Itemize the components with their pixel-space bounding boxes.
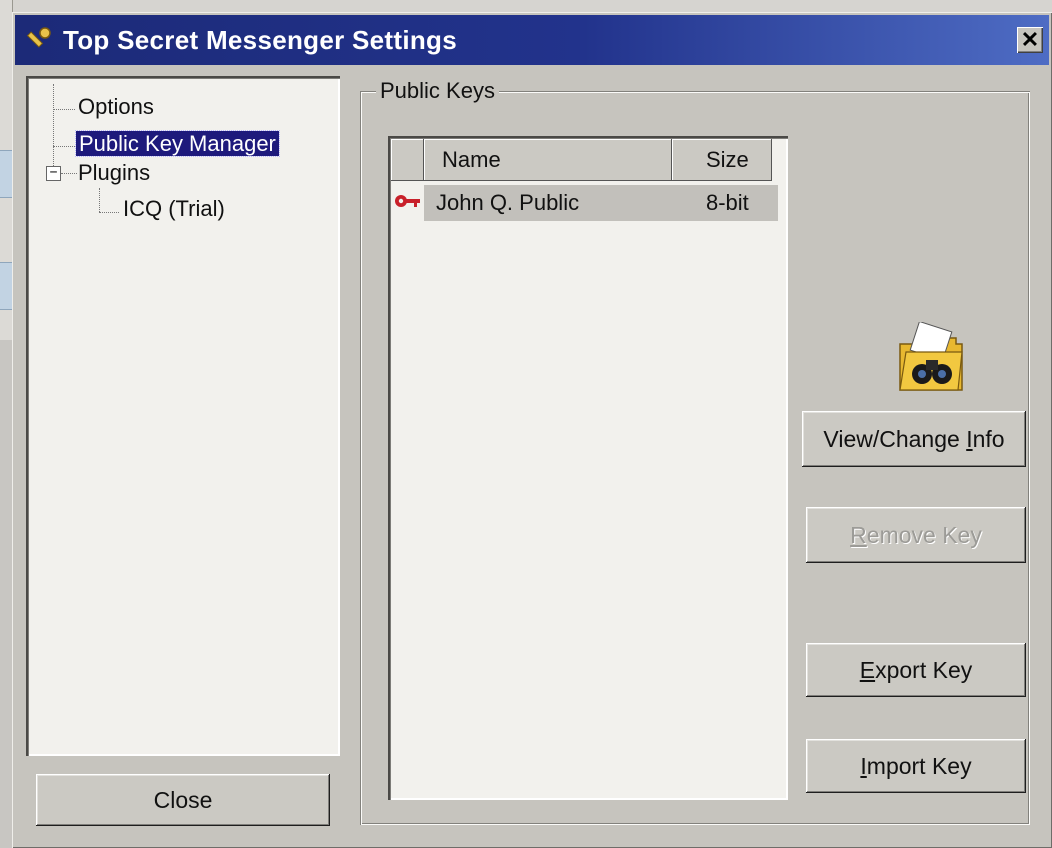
button-label-part: emove Key bbox=[866, 522, 982, 548]
column-header-icon[interactable] bbox=[391, 139, 424, 181]
tree-connector bbox=[53, 146, 75, 147]
title-bar[interactable]: Top Secret Messenger Settings ✕ bbox=[15, 15, 1049, 65]
column-header-name[interactable]: Name bbox=[424, 139, 672, 181]
tree-item-options[interactable]: Options bbox=[78, 94, 154, 120]
tree-connector bbox=[61, 173, 77, 174]
background-app-fragment bbox=[0, 150, 12, 198]
button-label-part: View/Change bbox=[823, 426, 967, 452]
window-title: Top Secret Messenger Settings bbox=[63, 25, 457, 55]
tree-item-label: Options bbox=[78, 94, 154, 119]
tree-item-icq-trial[interactable]: ICQ (Trial) bbox=[123, 196, 225, 222]
accelerator-key: R bbox=[850, 522, 867, 548]
import-key-button[interactable]: Import Key bbox=[806, 739, 1026, 793]
tree-connector bbox=[99, 188, 100, 212]
tree-item-public-key-manager[interactable]: Public Key Manager bbox=[75, 130, 280, 157]
settings-tree[interactable]: Options Public Key Manager − Plugins ICQ… bbox=[26, 76, 340, 756]
background-app-strip bbox=[0, 0, 1052, 12]
key-size-cell: 8-bit bbox=[706, 190, 749, 215]
export-key-button[interactable]: Export Key bbox=[806, 643, 1026, 697]
key-icon bbox=[395, 195, 420, 207]
close-window-button[interactable]: ✕ bbox=[1017, 27, 1043, 53]
remove-key-button[interactable]: Remove Key bbox=[806, 507, 1026, 563]
button-label-part: mport Key bbox=[866, 753, 972, 779]
tree-item-label: ICQ (Trial) bbox=[123, 196, 225, 221]
tree-connector bbox=[53, 84, 54, 174]
public-keys-group-label: Public Keys bbox=[376, 78, 499, 104]
close-icon: ✕ bbox=[1020, 27, 1040, 52]
public-keys-list[interactable]: Name Size John Q. Public 8-bit bbox=[388, 136, 788, 800]
column-header-size[interactable]: Size bbox=[672, 139, 772, 181]
collapse-plugins-icon[interactable]: − bbox=[46, 166, 61, 181]
tree-connector bbox=[99, 212, 119, 213]
close-button[interactable]: Close bbox=[36, 774, 330, 826]
key-app-icon bbox=[26, 27, 51, 48]
list-header: Name Size bbox=[391, 139, 785, 181]
key-name-cell: John Q. Public bbox=[436, 190, 580, 215]
tree-item-label: Public Key Manager bbox=[75, 130, 280, 157]
button-label-part: nfo bbox=[972, 426, 1005, 452]
table-row[interactable]: John Q. Public 8-bit bbox=[424, 185, 778, 221]
accelerator-key: E bbox=[859, 657, 876, 683]
background-app-fragment bbox=[0, 262, 12, 310]
view-change-info-button[interactable]: View/Change Info bbox=[802, 411, 1026, 467]
folder-binoculars-icon bbox=[899, 322, 963, 391]
tree-item-plugins[interactable]: Plugins bbox=[78, 160, 150, 186]
tree-connector bbox=[53, 109, 75, 110]
button-label-part: xport Key bbox=[875, 657, 973, 683]
tree-item-label: Plugins bbox=[78, 160, 151, 185]
